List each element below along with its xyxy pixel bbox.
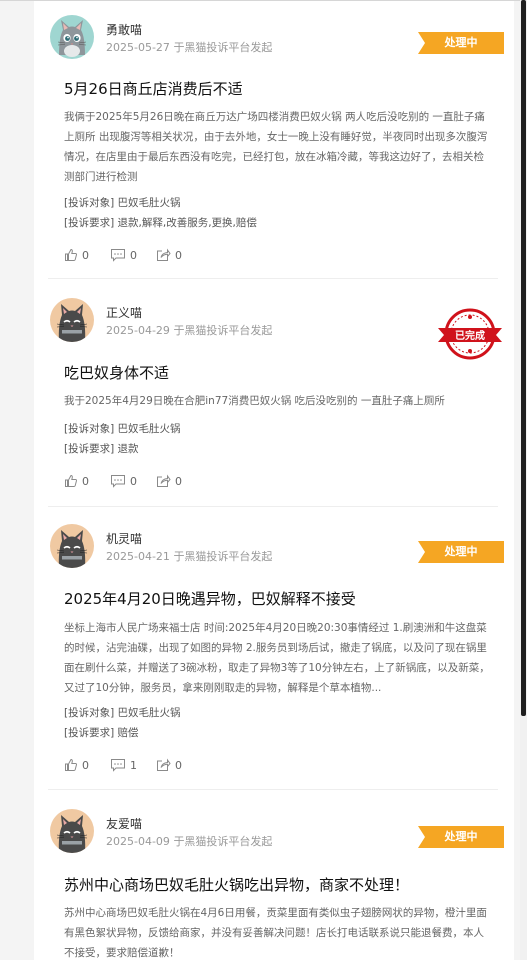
- post-meta: 2025-05-27 于黑猫投诉平台发起: [106, 39, 272, 55]
- comment-button[interactable]: 0: [110, 473, 137, 489]
- gray-cat-avatar-icon[interactable]: [50, 15, 94, 59]
- post-source: 于黑猫投诉平台发起: [173, 324, 273, 337]
- request-value: 退款: [117, 443, 139, 455]
- complaint-title[interactable]: 2025年4月20日晚遇异物，巴奴解释不接受: [64, 588, 356, 609]
- request-value: 退款,解释,改善服务,更换,赔偿: [117, 217, 257, 229]
- comment-count: 1: [130, 758, 137, 772]
- complaint-request: [投诉要求] 退款: [64, 441, 139, 456]
- post-meta: 2025-04-09 于黑猫投诉平台发起: [106, 833, 272, 849]
- comment-button[interactable]: 0: [110, 247, 137, 263]
- status-badge-processing: 处理中: [418, 541, 504, 563]
- comment-icon: [111, 249, 125, 262]
- comment-icon: [111, 759, 125, 772]
- post-source: 于黑猫投诉平台发起: [173, 41, 273, 54]
- post-date: 2025-04-09: [106, 835, 170, 848]
- share-button[interactable]: 0: [156, 247, 182, 263]
- target-value[interactable]: 巴奴毛肚火锅: [118, 197, 181, 209]
- target-label: [投诉对象]: [64, 423, 115, 435]
- comment-button[interactable]: 1: [110, 757, 137, 773]
- target-label: [投诉对象]: [64, 707, 115, 719]
- share-icon: [157, 758, 171, 771]
- complaint-title[interactable]: 吃巴奴身体不适: [64, 362, 169, 383]
- complaint-list: 勇敢喵 2025-05-27 于黑猫投诉平台发起 处理中 5月26日商丘店消费后…: [34, 1, 514, 960]
- complaint-request: [投诉要求] 退款,解释,改善服务,更换,赔偿: [64, 215, 257, 230]
- share-count: 0: [175, 474, 182, 488]
- complaint-card[interactable]: 机灵喵 2025-04-21 于黑猫投诉平台发起 处理中 2025年4月20日晚…: [48, 524, 504, 790]
- post-meta: 2025-04-21 于黑猫投诉平台发起: [106, 548, 272, 564]
- card-divider: [48, 278, 498, 279]
- like-button[interactable]: 0: [64, 473, 89, 489]
- post-date: 2025-04-29: [106, 324, 170, 337]
- like-count: 0: [82, 248, 89, 262]
- card-divider: [48, 789, 498, 790]
- status-stamp-text: 已完成: [455, 329, 485, 342]
- post-date: 2025-05-27: [106, 41, 170, 54]
- complaint-title[interactable]: 苏州中心商场巴奴毛肚火锅吃出异物，商家不处理！: [64, 874, 409, 895]
- complaint-target: [投诉对象] 巴奴毛肚火锅: [64, 195, 181, 210]
- comment-icon: [111, 475, 125, 488]
- scrollbar-thumb[interactable]: [521, 0, 526, 716]
- user-name[interactable]: 友爱喵: [106, 815, 142, 832]
- complaint-target: [投诉对象] 巴奴毛肚火锅: [64, 421, 181, 436]
- share-button[interactable]: 0: [156, 757, 182, 773]
- comment-count: 0: [130, 474, 137, 488]
- like-button[interactable]: 0: [64, 247, 89, 263]
- status-badge-processing: 处理中: [418, 32, 504, 54]
- user-name[interactable]: 正义喵: [106, 304, 142, 321]
- share-count: 0: [175, 248, 182, 262]
- complaint-description: 苏州中心商场巴奴毛肚火锅在4月6日用餐，贡菜里面有类似虫子翅膀网状的异物，橙汁里…: [64, 907, 487, 959]
- thumbs-up-icon: [65, 474, 77, 487]
- complaint-title[interactable]: 5月26日商丘店消费后不适: [64, 78, 243, 99]
- complaint-description: 我俩于2025年5月26日晚在商丘万达广场四楼消费巴奴火锅 两人吃后没吃别的 一…: [64, 111, 488, 183]
- black-cat-avatar-icon[interactable]: [50, 524, 94, 568]
- share-icon: [157, 474, 171, 487]
- post-source: 于黑猫投诉平台发起: [173, 550, 273, 563]
- complaint-card[interactable]: 友爱喵 2025-04-09 于黑猫投诉平台发起 处理中 苏州中心商场巴奴毛肚火…: [48, 809, 504, 960]
- request-value: 赔偿: [117, 727, 139, 739]
- like-count: 0: [82, 474, 89, 488]
- complaint-card[interactable]: 勇敢喵 2025-05-27 于黑猫投诉平台发起 处理中 5月26日商丘店消费后…: [48, 15, 504, 279]
- comment-count: 0: [130, 248, 137, 262]
- target-value[interactable]: 巴奴毛肚火锅: [118, 423, 181, 435]
- complaint-request: [投诉要求] 赔偿: [64, 725, 139, 740]
- status-badge-processing: 处理中: [418, 826, 504, 848]
- complaint-target: [投诉对象] 巴奴毛肚火锅: [64, 705, 181, 720]
- complaint-description: 我于2025年4月29日晚在合肥in77消费巴奴火锅 吃后没吃别的 一直肚子痛上…: [64, 395, 445, 407]
- completed-stamp: 已完成: [438, 302, 502, 366]
- black-cat-avatar-icon[interactable]: [50, 298, 94, 342]
- post-date: 2025-04-21: [106, 550, 170, 563]
- user-name[interactable]: 勇敢喵: [106, 21, 142, 38]
- share-icon: [157, 248, 171, 261]
- post-meta: 2025-04-29 于黑猫投诉平台发起: [106, 322, 272, 338]
- user-name[interactable]: 机灵喵: [106, 530, 142, 547]
- request-label: [投诉要求]: [64, 443, 115, 455]
- like-button[interactable]: 0: [64, 757, 89, 773]
- target-value[interactable]: 巴奴毛肚火锅: [118, 707, 181, 719]
- complaint-description: 坐标上海市人民广场来福士店 时间:2025年4月20日晚20:30事情经过 1.…: [64, 622, 490, 694]
- share-button[interactable]: 0: [156, 473, 182, 489]
- thumbs-up-icon: [65, 758, 77, 771]
- like-count: 0: [82, 758, 89, 772]
- post-source: 于黑猫投诉平台发起: [173, 835, 273, 848]
- complaint-card[interactable]: 正义喵 2025-04-29 于黑猫投诉平台发起 已完成 吃巴奴身体不适 我于2…: [48, 298, 502, 507]
- thumbs-up-icon: [65, 248, 77, 261]
- card-divider: [48, 506, 498, 507]
- request-label: [投诉要求]: [64, 727, 115, 739]
- black-cat-avatar-icon[interactable]: [50, 809, 94, 853]
- share-count: 0: [175, 758, 182, 772]
- target-label: [投诉对象]: [64, 197, 115, 209]
- request-label: [投诉要求]: [64, 217, 115, 229]
